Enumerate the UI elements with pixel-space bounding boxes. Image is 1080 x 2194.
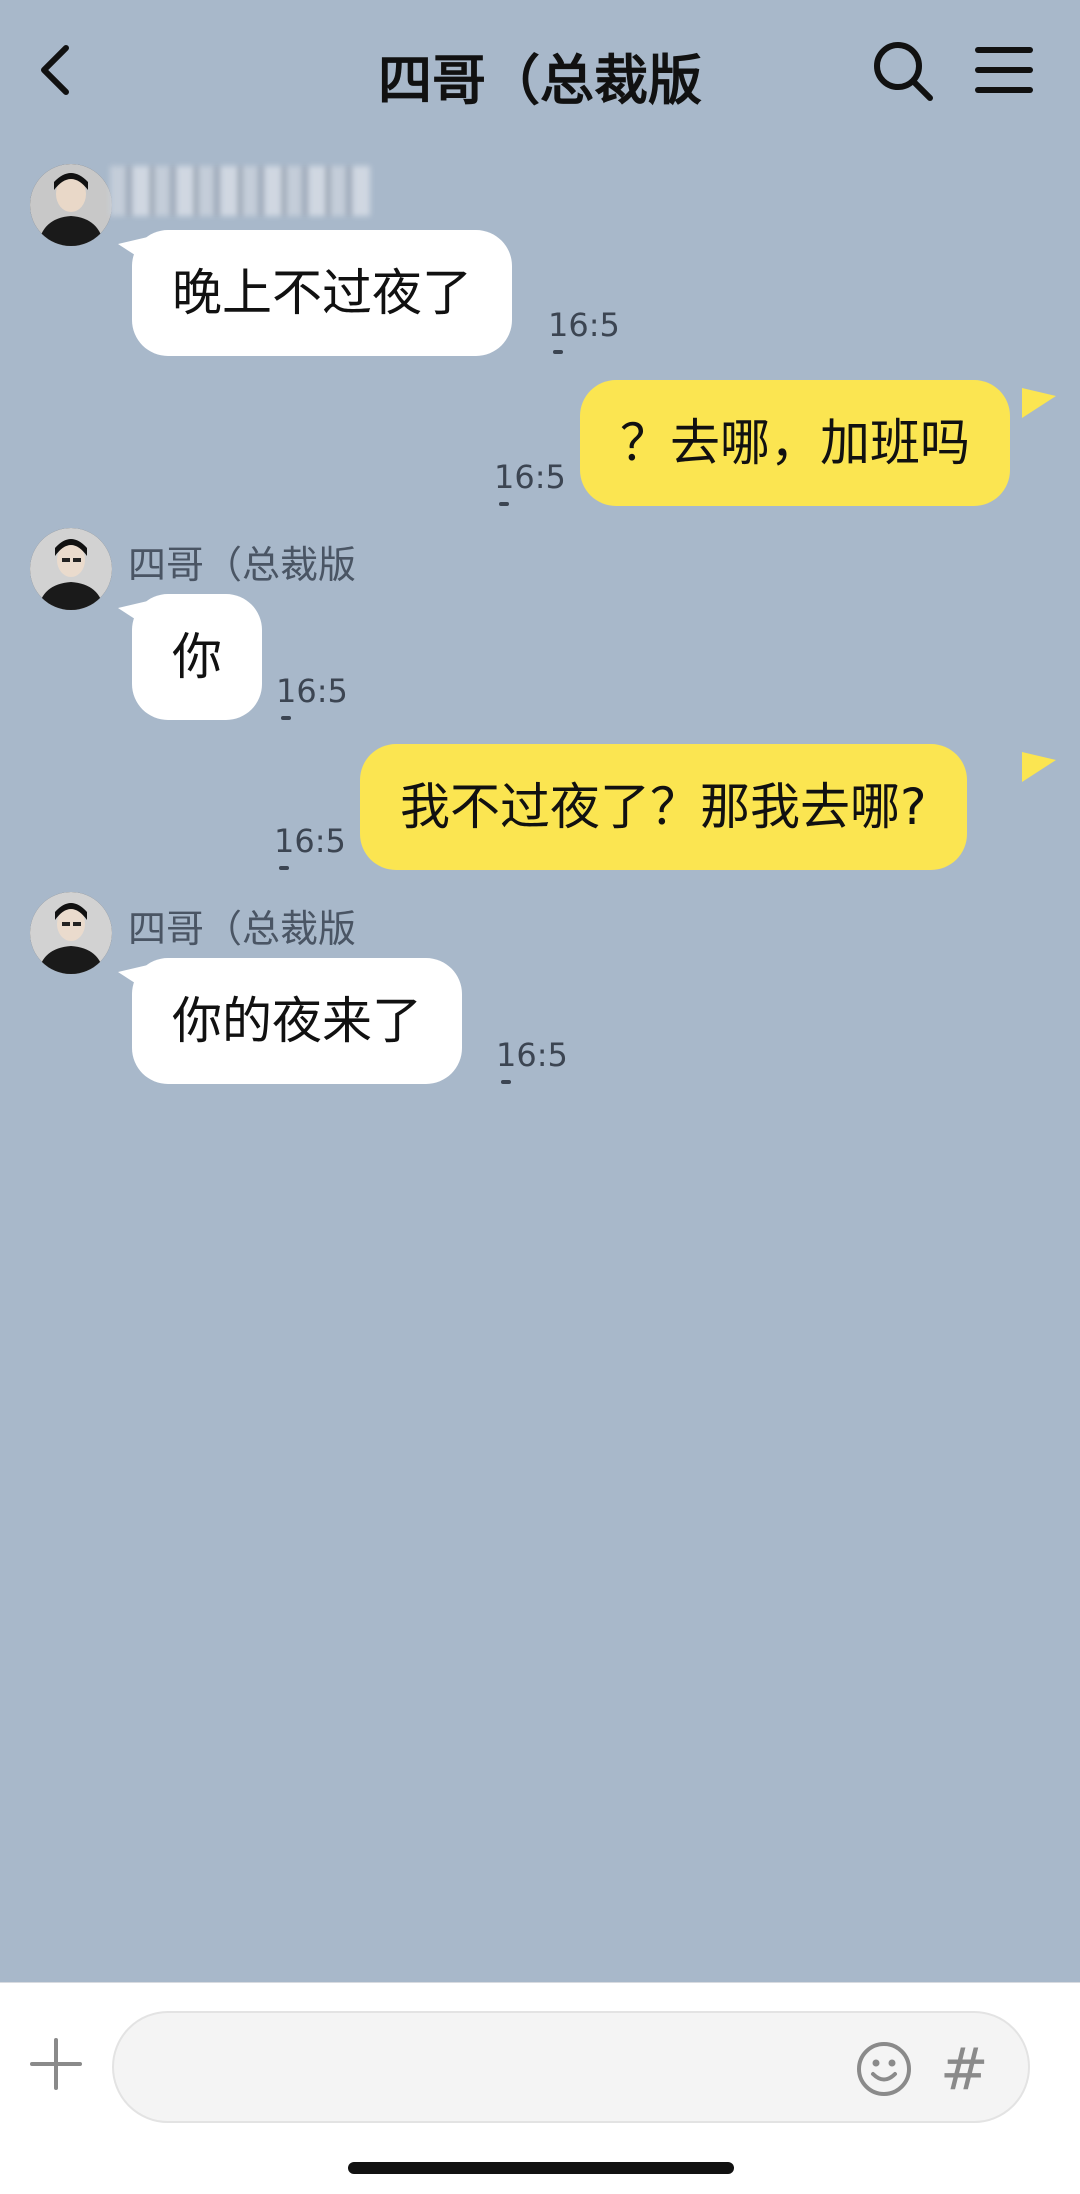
- message-time: 16:5: [496, 1036, 568, 1074]
- time-overflow-mark: [501, 1080, 511, 1084]
- time-overflow-mark: [279, 866, 289, 870]
- bubble-tail: [1022, 752, 1056, 782]
- chat-title: 四哥（总裁版: [378, 49, 702, 112]
- home-indicator[interactable]: [348, 2162, 734, 2174]
- hashtag-button[interactable]: #: [940, 2035, 989, 2103]
- sender-name: 四哥（总裁版: [128, 543, 357, 587]
- time-overflow-mark: [553, 350, 563, 354]
- chevron-left-icon[interactable]: [36, 40, 76, 100]
- avatar[interactable]: [30, 892, 112, 974]
- avatar[interactable]: [30, 528, 112, 610]
- message-bubble[interactable]: 晚上不过夜了: [132, 230, 512, 356]
- plus-icon[interactable]: [30, 2038, 82, 2090]
- sender-name: 四哥（总裁版: [128, 907, 357, 951]
- emoji-icon[interactable]: [856, 2041, 912, 2097]
- message-time: 16:5: [494, 458, 566, 496]
- avatar[interactable]: [30, 164, 112, 246]
- message-time: 16:5: [274, 822, 346, 860]
- message-time: 16:5: [276, 672, 348, 710]
- time-overflow-mark: [281, 716, 291, 720]
- time-overflow-mark: [499, 502, 509, 506]
- chat-header: 四哥（总裁版: [0, 0, 1080, 150]
- bubble-tail: [1022, 388, 1056, 418]
- message-bubble[interactable]: 我不过夜了？那我去哪?: [360, 744, 967, 870]
- message-bubble[interactable]: 你: [132, 594, 262, 720]
- search-icon[interactable]: [870, 38, 936, 104]
- message-bubble[interactable]: ？去哪，加班吗: [580, 380, 1010, 506]
- sender-name-blurred: [110, 166, 370, 216]
- message-time: 16:5: [548, 306, 620, 344]
- message-bubble[interactable]: 你的夜来了: [132, 958, 462, 1084]
- hamburger-menu-icon[interactable]: [974, 42, 1034, 98]
